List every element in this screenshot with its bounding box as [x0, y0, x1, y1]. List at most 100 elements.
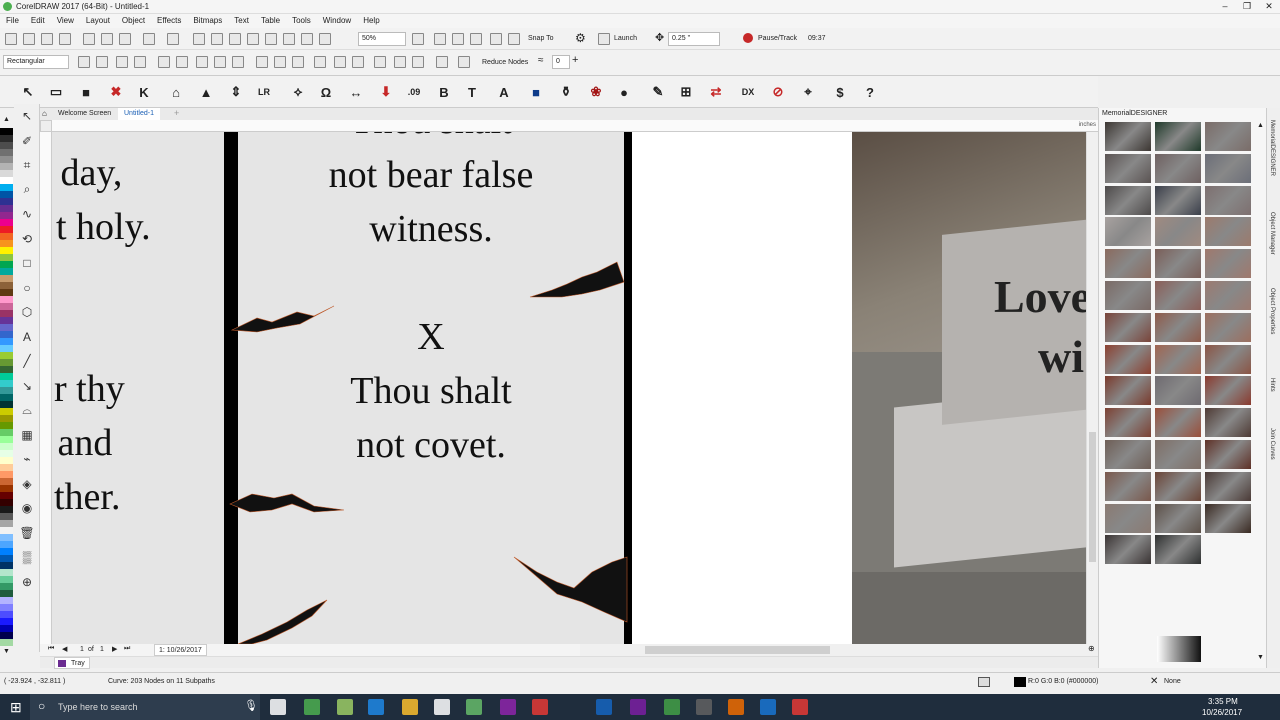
palette-swatch[interactable]: [0, 345, 13, 352]
granite-swatch[interactable]: [1105, 312, 1151, 342]
palette-swatch[interactable]: [0, 303, 13, 310]
granite-swatch[interactable]: [1105, 471, 1151, 501]
granite-swatch[interactable]: [1155, 281, 1201, 310]
open-icon[interactable]: [23, 33, 35, 45]
horizontal-ruler[interactable]: inches: [52, 120, 1098, 132]
palette-swatch[interactable]: [0, 310, 13, 317]
palette-swatch[interactable]: [0, 408, 13, 415]
file-explorer-icon[interactable]: [402, 699, 418, 715]
docker-tab[interactable]: Object Properties: [1269, 288, 1275, 334]
vase-icon[interactable]: ⚱: [556, 82, 576, 102]
palette-swatch[interactable]: [0, 170, 13, 177]
copy-icon[interactable]: [101, 33, 113, 45]
palette-swatch[interactable]: [0, 485, 13, 492]
app-launcher-icon[interactable]: [265, 33, 277, 45]
palette-swatch[interactable]: [0, 555, 13, 562]
extra-icon[interactable]: [301, 33, 313, 45]
rotate-nodes-icon[interactable]: [352, 56, 364, 68]
palette-scroll-down[interactable]: ▼: [3, 648, 10, 655]
text-a-icon[interactable]: A: [494, 82, 514, 102]
polygon-tool-icon[interactable]: ⬡: [19, 304, 35, 320]
zoom-target-icon[interactable]: ⌖: [798, 82, 818, 102]
palette-swatch[interactable]: [0, 359, 13, 366]
oval-icon[interactable]: ●: [614, 82, 634, 102]
pen-app-icon[interactable]: [728, 699, 744, 715]
palette-swatch[interactable]: [0, 338, 13, 345]
palette-swatch[interactable]: [0, 471, 13, 478]
palette-swatch[interactable]: [0, 527, 13, 534]
palette-swatch[interactable]: [0, 394, 13, 401]
coreldraw-active-icon[interactable]: [466, 699, 482, 715]
granite-swatch[interactable]: [1155, 535, 1201, 565]
palette-swatch[interactable]: [0, 282, 13, 289]
transparency-tool-icon[interactable]: ▦: [19, 427, 35, 443]
line-tool-icon[interactable]: ╱: [19, 353, 35, 369]
rulers-icon[interactable]: [434, 33, 446, 45]
palette-swatch[interactable]: [0, 289, 13, 296]
crack-curves[interactable]: [52, 132, 632, 644]
pen-icon[interactable]: ✎: [648, 82, 668, 102]
last-page-icon[interactable]: ⏭: [124, 645, 130, 653]
delete-tool-icon[interactable]: 🗑: [19, 525, 35, 541]
extra2-icon[interactable]: [319, 33, 331, 45]
palette-swatch[interactable]: [0, 562, 13, 569]
task-view-icon[interactable]: [270, 699, 286, 715]
smoothing-field[interactable]: 0: [552, 55, 570, 69]
freehand-tool-icon[interactable]: ∿: [19, 206, 35, 222]
tray-tab[interactable]: Tray: [54, 657, 90, 669]
launch-dropdown[interactable]: Launch: [614, 33, 637, 45]
rectangle-icon[interactable]: ▭: [46, 82, 66, 102]
corel-photo-icon[interactable]: [337, 699, 353, 715]
palette-swatch[interactable]: [0, 464, 13, 471]
palette-swatch[interactable]: [0, 149, 13, 156]
corel-connect-icon[interactable]: [283, 33, 295, 45]
mirror-v-icon[interactable]: [412, 56, 424, 68]
lr-rvl-icon[interactable]: LR: [254, 82, 274, 102]
menu-item[interactable]: Layout: [80, 14, 116, 28]
envelope-tool-icon[interactable]: ⌓: [19, 402, 35, 418]
granite-swatch[interactable]: [1205, 503, 1251, 533]
store-icon[interactable]: [434, 699, 450, 715]
extend-icon[interactable]: [274, 56, 286, 68]
rose-icon[interactable]: ❀: [586, 82, 606, 102]
palette-swatch[interactable]: [0, 422, 13, 429]
fill-swatch[interactable]: [1014, 677, 1026, 687]
granite-swatch[interactable]: [1105, 535, 1151, 565]
elastic-icon[interactable]: [458, 56, 470, 68]
extract-icon[interactable]: [292, 56, 304, 68]
horizontal-scroll-thumb[interactable]: [645, 646, 830, 654]
palette-swatch[interactable]: [0, 506, 13, 513]
node-delete-icon[interactable]: [96, 56, 108, 68]
home-icon[interactable]: ⌂: [42, 109, 47, 118]
redo-icon[interactable]: [167, 33, 179, 45]
shape-tool-icon[interactable]: ✐: [19, 133, 35, 149]
reverse-icon[interactable]: [256, 56, 268, 68]
docker-tab[interactable]: Hints: [1269, 378, 1275, 392]
palette-swatch[interactable]: [0, 569, 13, 576]
granite-swatch[interactable]: [1205, 185, 1251, 215]
microphone-icon[interactable]: 🎙: [244, 699, 258, 712]
palette-swatch[interactable]: [0, 317, 13, 324]
palette-swatch[interactable]: [0, 373, 13, 380]
palette-swatch[interactable]: [0, 163, 13, 170]
to-curve-icon[interactable]: [176, 56, 188, 68]
tray-icon[interactable]: ⌂: [166, 82, 186, 102]
guides-icon[interactable]: [470, 33, 482, 45]
new-icon[interactable]: [5, 33, 17, 45]
palette-swatch[interactable]: [0, 275, 13, 282]
font-icon[interactable]: T: [462, 82, 482, 102]
color-square-icon[interactable]: ■: [76, 82, 96, 102]
granite-swatch[interactable]: [1155, 217, 1201, 247]
granite-swatch[interactable]: [1105, 376, 1151, 406]
time-field[interactable]: 09:37: [808, 33, 826, 45]
granite-swatch[interactable]: [1155, 312, 1201, 342]
search-content-icon[interactable]: [193, 33, 205, 45]
granite-swatch[interactable]: [1205, 344, 1251, 374]
granite-swatch[interactable]: [1105, 153, 1151, 183]
red-x-icon[interactable]: ✖: [106, 82, 126, 102]
recorder-icon[interactable]: [792, 699, 808, 715]
palette-swatch[interactable]: [0, 233, 13, 240]
cusp-icon[interactable]: [196, 56, 208, 68]
palette-swatch[interactable]: [0, 177, 13, 184]
text-tool-icon[interactable]: A: [19, 329, 35, 345]
